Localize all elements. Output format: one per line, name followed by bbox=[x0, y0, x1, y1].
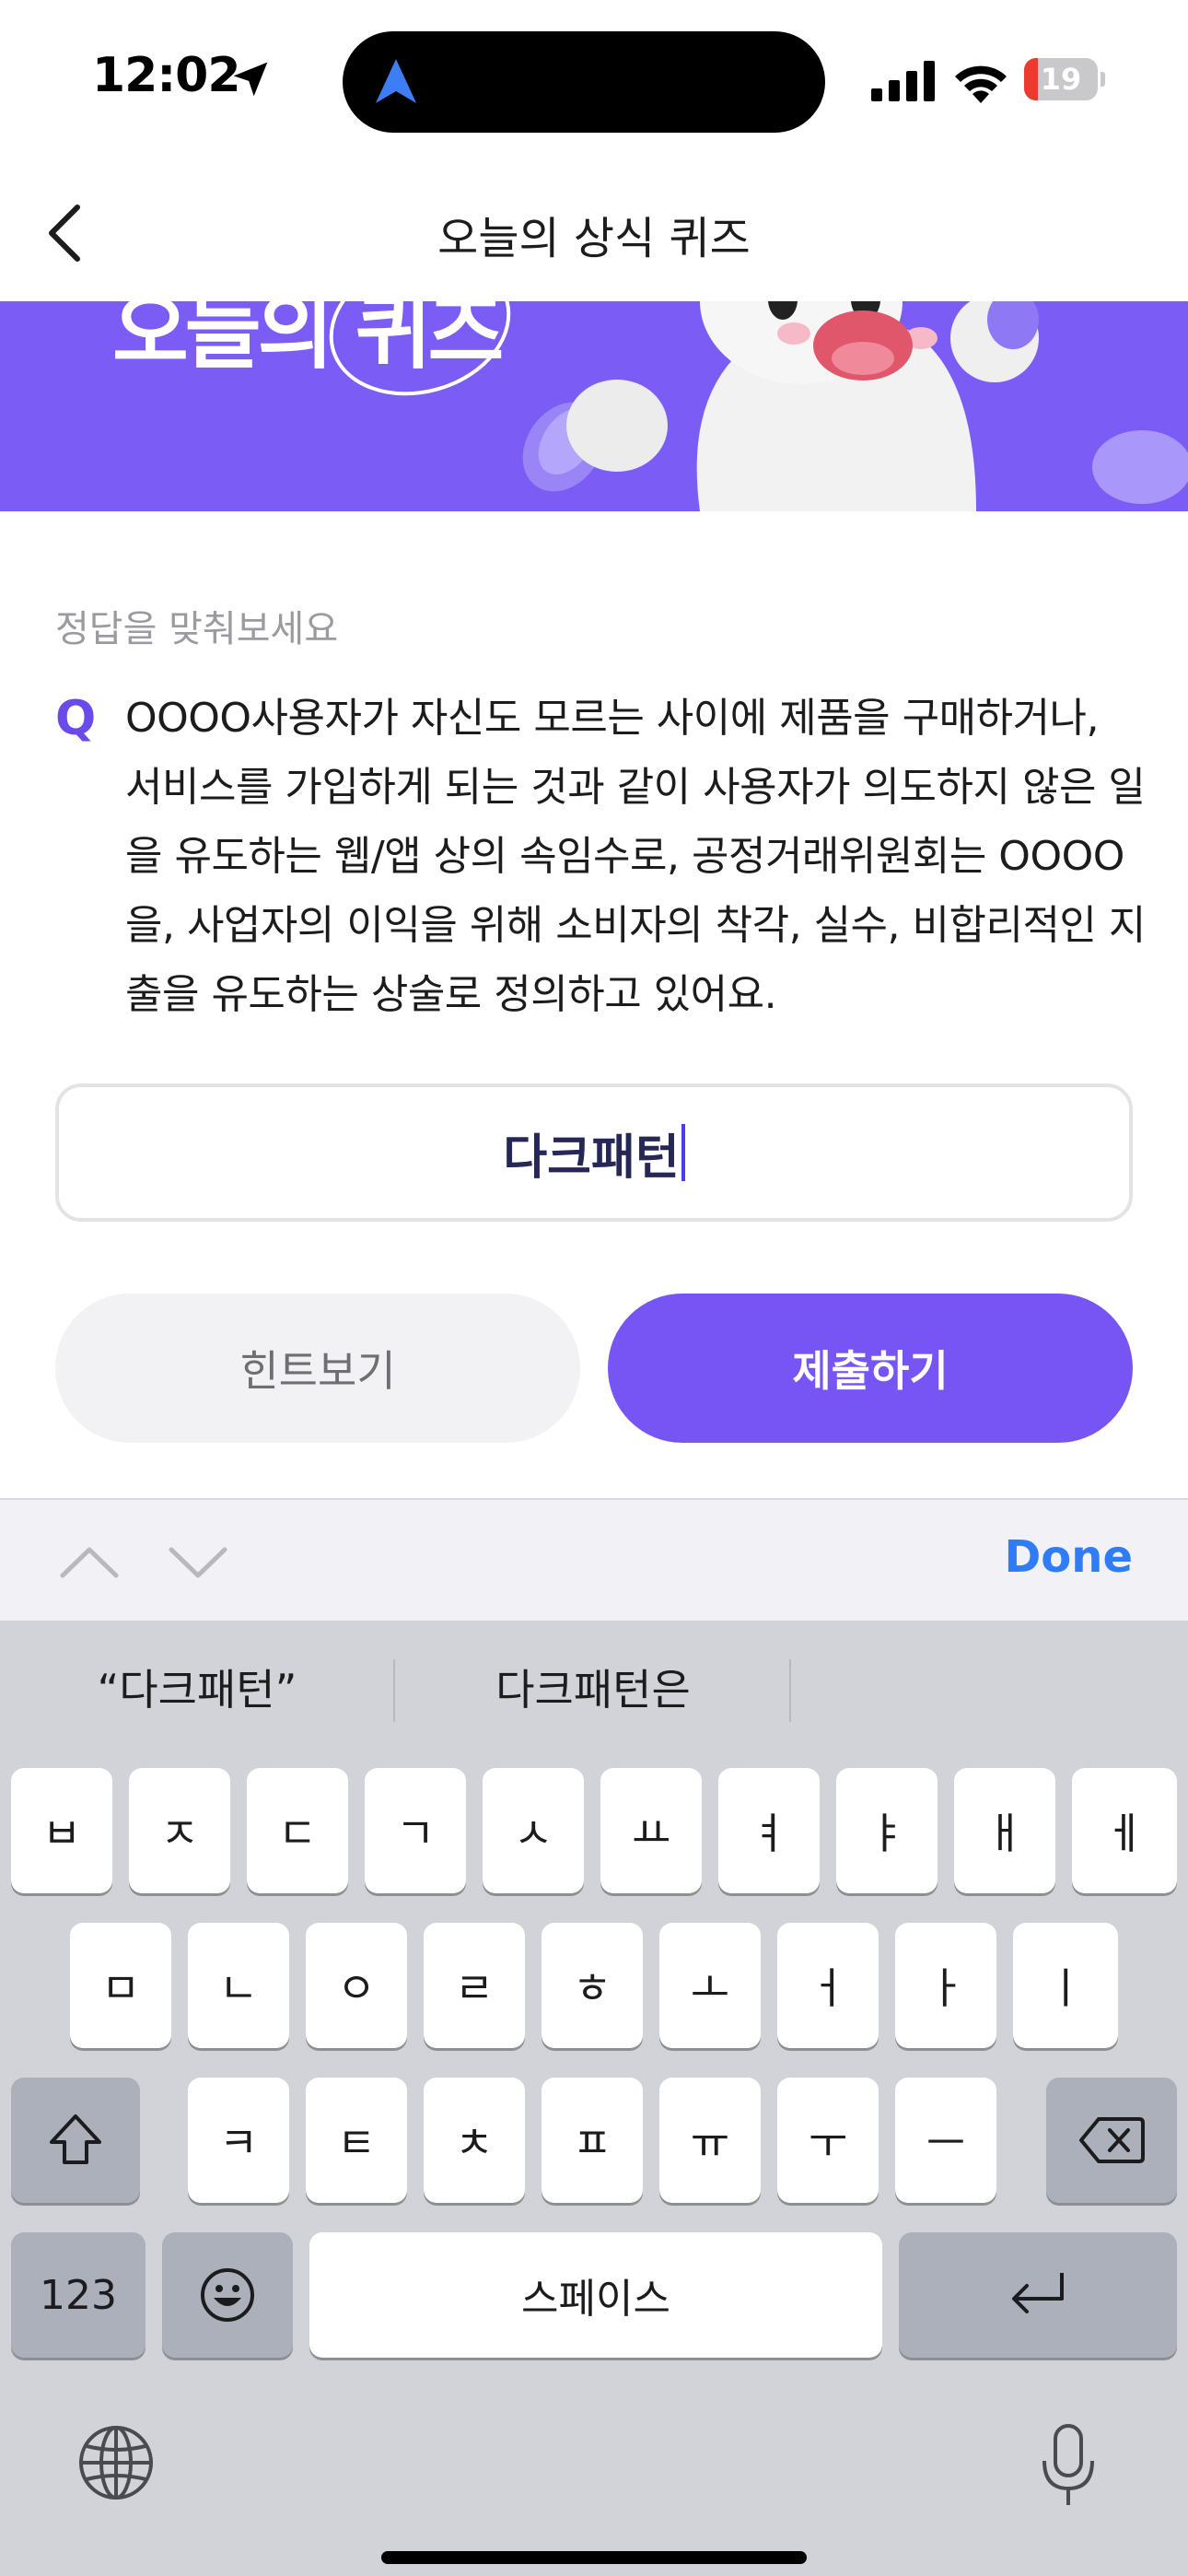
navigation-arrow-icon bbox=[376, 59, 416, 103]
korean-keyboard: “다크패턴” 다크패턴은 ㅂ ㅈ ㄷ ㄱ ㅅ ㅛ ㅕ ㅑ ㅐ ㅔ ㅁ ㄴ ㅇ ㄹ… bbox=[0, 1621, 1188, 2576]
key-nieun[interactable]: ㄴ bbox=[188, 1923, 289, 2048]
key-ieung[interactable]: ㅇ bbox=[306, 1923, 407, 2048]
hint-button[interactable]: 힌트보기 bbox=[55, 1294, 580, 1443]
question-marker: Q bbox=[55, 691, 97, 746]
key-e[interactable]: ㅔ bbox=[1072, 1768, 1177, 1893]
navigation-bar: 오늘의 상식 퀴즈 bbox=[0, 161, 1188, 301]
key-siot[interactable]: ㅅ bbox=[483, 1768, 584, 1893]
key-ya[interactable]: ㅑ bbox=[836, 1768, 938, 1893]
cellular-signal-icon bbox=[871, 61, 935, 101]
key-hieut[interactable]: ㅎ bbox=[542, 1923, 643, 2048]
key-o[interactable]: ㅗ bbox=[659, 1923, 761, 2048]
key-jieut[interactable]: ㅈ bbox=[129, 1768, 230, 1893]
key-i[interactable]: ㅣ bbox=[1013, 1923, 1118, 2048]
battery-icon: 19 bbox=[1024, 58, 1105, 100]
battery-percent: 19 bbox=[1040, 62, 1082, 97]
key-eu[interactable]: ㅡ bbox=[895, 2078, 996, 2203]
shift-key[interactable] bbox=[11, 2078, 140, 2203]
microphone-icon[interactable] bbox=[1039, 2424, 1098, 2509]
rabbit-mascot-illustration bbox=[522, 301, 1188, 511]
keyboard-accessory-bar: Done bbox=[0, 1498, 1188, 1621]
globe-icon[interactable] bbox=[77, 2424, 155, 2501]
key-chieut[interactable]: ㅊ bbox=[424, 2078, 525, 2203]
suggestion-divider bbox=[393, 1659, 395, 1722]
chevron-up-icon[interactable] bbox=[57, 1535, 122, 1590]
shift-icon bbox=[50, 2114, 101, 2164]
key-mieum[interactable]: ㅁ bbox=[70, 1923, 171, 2048]
key-yu[interactable]: ㅠ bbox=[659, 2078, 761, 2203]
quiz-banner: 오늘의 퀴즈 bbox=[0, 301, 1188, 511]
home-indicator bbox=[381, 2551, 807, 2564]
key-ae[interactable]: ㅐ bbox=[954, 1768, 1055, 1893]
key-giyeok[interactable]: ㄱ bbox=[365, 1768, 466, 1893]
key-digeut[interactable]: ㄷ bbox=[247, 1768, 348, 1893]
key-yeo[interactable]: ㅕ bbox=[718, 1768, 820, 1893]
status-time: 12:02 bbox=[92, 48, 241, 103]
return-key[interactable] bbox=[899, 2232, 1177, 2358]
key-yo[interactable]: ㅛ bbox=[600, 1768, 702, 1893]
text-caret bbox=[681, 1124, 685, 1181]
backspace-key[interactable] bbox=[1046, 2078, 1177, 2203]
suggestion-item[interactable]: 다크패턴은 bbox=[396, 1621, 790, 1759]
submit-button[interactable]: 제출하기 bbox=[608, 1294, 1133, 1443]
page-title: 오늘의 상식 퀴즈 bbox=[437, 213, 751, 264]
key-eo[interactable]: ㅓ bbox=[777, 1923, 879, 2048]
suggestion-item[interactable]: “다크패턴” bbox=[0, 1621, 394, 1759]
return-icon bbox=[1012, 2273, 1064, 2313]
key-kieuk[interactable]: ㅋ bbox=[188, 2078, 289, 2203]
answer-input[interactable]: 다크패턴 bbox=[55, 1083, 1133, 1222]
suggestion-bar: “다크패턴” 다크패턴은 bbox=[0, 1621, 1188, 1759]
quiz-prompt: 정답을 맞춰보세요 bbox=[55, 608, 339, 650]
status-bar: 12:02 19 bbox=[0, 0, 1188, 161]
key-bieup[interactable]: ㅂ bbox=[11, 1768, 112, 1893]
chevron-down-icon[interactable] bbox=[166, 1535, 230, 1590]
location-arrow-icon bbox=[233, 62, 268, 97]
key-rieul[interactable]: ㄹ bbox=[424, 1923, 525, 2048]
backspace-icon bbox=[1079, 2117, 1145, 2163]
suggestion-divider bbox=[789, 1659, 791, 1722]
answer-input-value: 다크패턴 bbox=[503, 1130, 680, 1186]
question-text: OOOO사용자가 자신도 모르는 사이에 제품을 구매하거나, 서비스를 가입하… bbox=[125, 695, 1146, 1018]
space-key[interactable]: 스페이스 bbox=[309, 2232, 882, 2358]
emoji-icon bbox=[201, 2268, 254, 2322]
key-tieut[interactable]: ㅌ bbox=[306, 2078, 407, 2203]
key-u[interactable]: ㅜ bbox=[777, 2078, 879, 2203]
key-a[interactable]: ㅏ bbox=[895, 1923, 996, 2048]
numbers-key[interactable]: 123 bbox=[11, 2232, 146, 2358]
key-pieup[interactable]: ㅍ bbox=[542, 2078, 643, 2203]
emoji-key[interactable] bbox=[162, 2232, 293, 2358]
done-button[interactable]: Done bbox=[1004, 1531, 1133, 1583]
wifi-icon bbox=[955, 65, 1007, 103]
